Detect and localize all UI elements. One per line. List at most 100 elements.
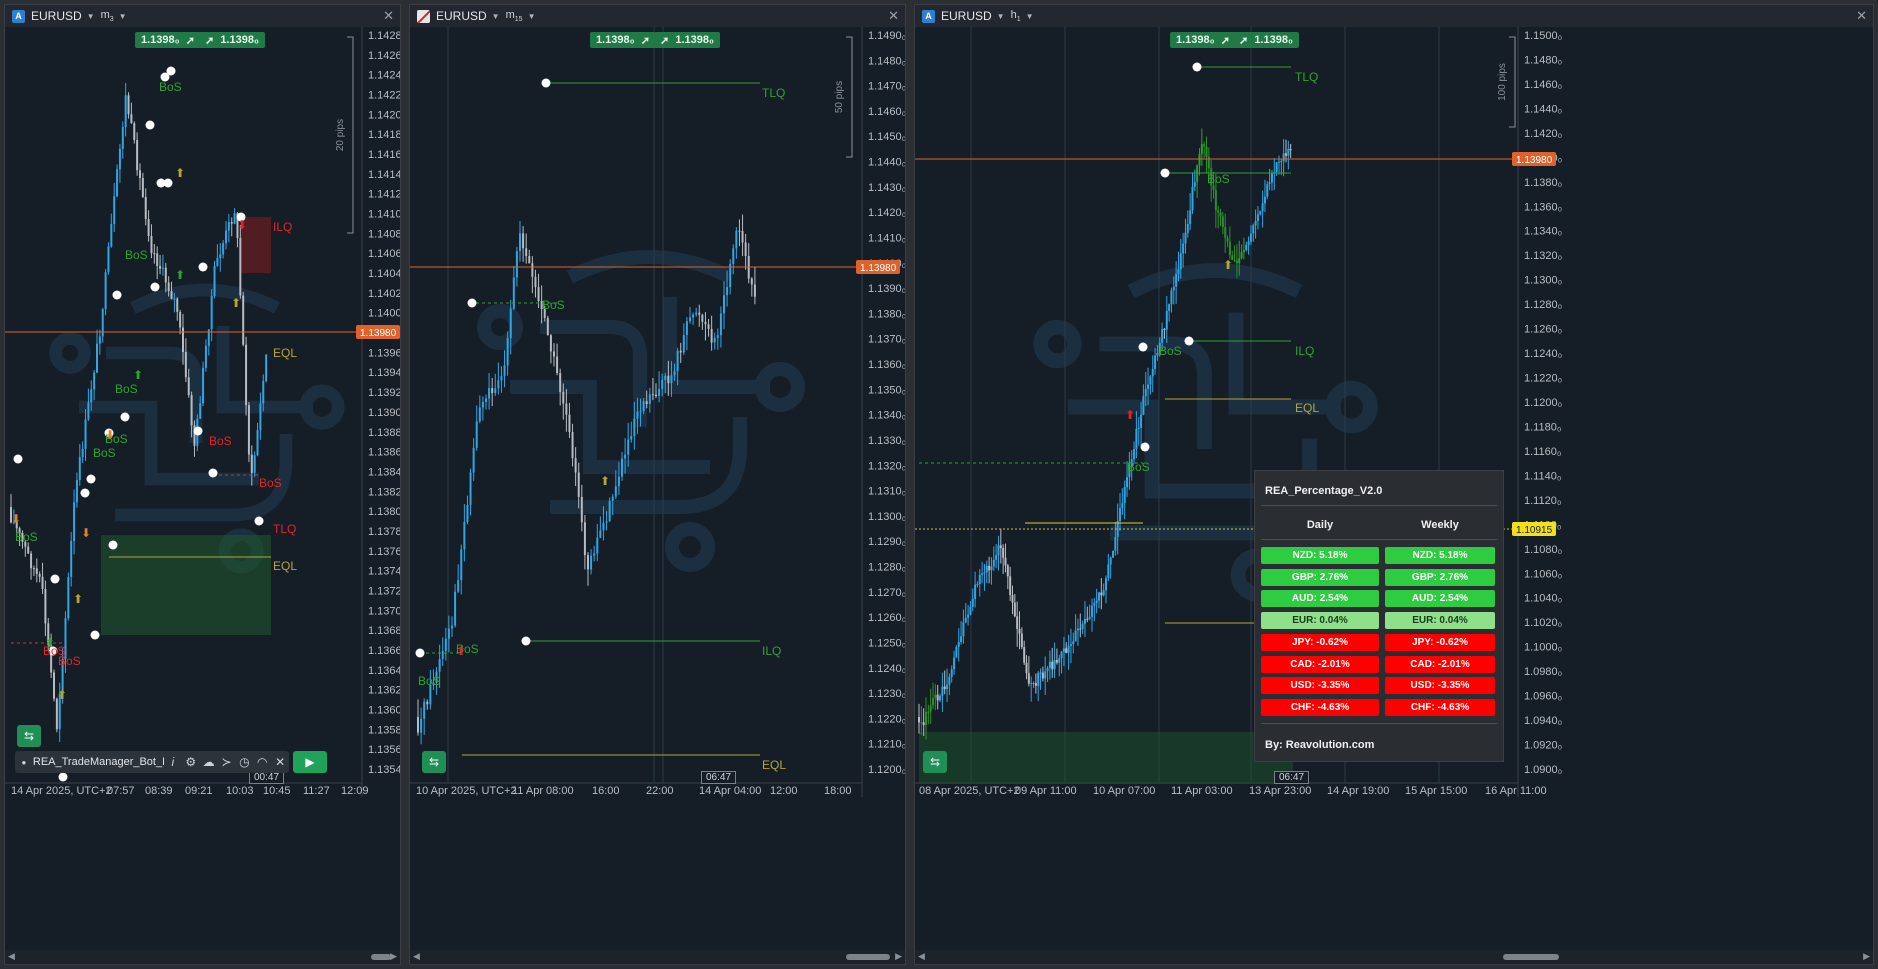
signal-arrow-icon: ⬆ <box>600 474 610 488</box>
candle <box>1184 232 1187 244</box>
candle <box>642 401 645 412</box>
chart-trading-button[interactable]: ⇆ <box>422 751 446 773</box>
bid-price-button[interactable]: 1.1398₀ ➚ <box>135 32 201 48</box>
candle <box>925 711 928 726</box>
candle <box>485 398 487 402</box>
close-icon[interactable]: ✕ <box>383 8 394 24</box>
gear-icon[interactable]: ⚙ <box>182 755 200 769</box>
chevron-down-icon[interactable]: ▼ <box>997 12 1005 21</box>
candle <box>153 253 156 255</box>
candle <box>245 344 248 406</box>
candle <box>1088 616 1091 619</box>
chevron-down-icon[interactable]: ▼ <box>1026 12 1034 21</box>
candle <box>1086 618 1089 620</box>
ask-price-button[interactable]: ➚ 1.1398₀ <box>654 32 720 48</box>
optimize-icon[interactable]: ◠ <box>253 755 271 769</box>
candle <box>1126 477 1129 488</box>
candle <box>420 718 423 733</box>
candle <box>1163 329 1166 331</box>
info-icon[interactable]: i <box>164 755 182 769</box>
candle <box>1205 146 1208 157</box>
bid-price-button[interactable]: 1.1398₀ ➚ <box>1170 32 1236 48</box>
horizontal-scrollbar[interactable]: ◀ ▶ <box>410 950 905 964</box>
y-axis-label: 1.1390₀ <box>368 407 401 419</box>
candle <box>976 584 979 586</box>
scroll-right-icon: ▶ <box>895 951 902 961</box>
candle <box>222 243 225 255</box>
candle <box>233 213 236 224</box>
swing-point <box>254 516 264 526</box>
close-icon[interactable]: ✕ <box>888 8 899 24</box>
y-axis-label: 1.1200₀ <box>868 764 906 776</box>
symbol-link-icon[interactable]: A <box>922 9 935 23</box>
candle <box>943 686 946 690</box>
price-chart[interactable]: 1.1428₀ 1.1426₀ 1.1424₀ 1.1422₀ 1.1420₀ 1.141… <box>5 27 401 952</box>
ask-price-button[interactable]: ➚ 1.1398₀ <box>199 32 265 48</box>
candle <box>230 222 233 224</box>
candle <box>753 284 756 297</box>
y-axis-label: 1.1440₀ <box>1524 103 1562 115</box>
chevron-down-icon[interactable]: ▼ <box>119 12 127 21</box>
candle <box>176 298 179 312</box>
backtest-icon[interactable]: ◷ <box>235 755 253 769</box>
swing-point <box>86 474 96 484</box>
currency-strength-weekly: JPY: -0.62% <box>1385 633 1495 651</box>
candle <box>417 717 419 733</box>
chevron-down-icon[interactable]: ▼ <box>528 12 536 21</box>
timeframe-selector[interactable]: m3 <box>101 9 114 23</box>
symbol-name[interactable]: EURUSD <box>31 9 82 23</box>
chart-trading-button[interactable]: ⇆ <box>17 725 41 747</box>
structure-label: TLQ <box>1295 70 1318 84</box>
cloud-icon[interactable]: ☁ <box>200 755 218 769</box>
bid-price-button[interactable]: 1.1398₀ ➚ <box>590 32 656 48</box>
start-bot-button[interactable]: ▶ <box>293 751 327 773</box>
ask-price-button[interactable]: ➚ 1.1398₀ <box>1233 32 1299 48</box>
chevron-down-icon[interactable]: ▼ <box>87 12 95 21</box>
chart-pane-2[interactable]: EURUSD ▼ m15 ▼ ✕ 1.1490₀ 1.1480₀ 1.1470₀ 1.… <box>409 4 906 965</box>
horizontal-scrollbar[interactable]: ◀ ▶ <box>915 950 1873 964</box>
candle <box>577 472 580 497</box>
remove-icon[interactable]: ✕ <box>271 755 289 769</box>
chart-trading-button[interactable]: ⇆ <box>923 751 947 773</box>
candle <box>1006 565 1009 577</box>
price-chart[interactable]: 1.1490₀ 1.1480₀ 1.1470₀ 1.1460₀ 1.1450₀ 1.144… <box>410 27 906 952</box>
candle <box>466 504 469 522</box>
candle <box>1268 182 1271 185</box>
x-axis-label: 13 Apr 23:00 <box>1249 785 1311 797</box>
candle <box>144 196 147 220</box>
candle <box>1224 227 1227 238</box>
candle <box>179 311 182 328</box>
candle <box>1135 428 1138 450</box>
symbol-name[interactable]: EURUSD <box>941 9 992 23</box>
y-axis-label: 1.1220₀ <box>868 713 906 725</box>
timeframe-selector[interactable]: m15 <box>506 9 523 23</box>
y-axis-label: 1.1380₀ <box>868 308 906 320</box>
candle <box>1147 384 1150 389</box>
candle <box>707 324 710 329</box>
chart-pane-1[interactable]: A EURUSD ▼ m3 ▼ ✕ 1.1428₀1.1426₀1.1424₀1… <box>4 4 401 965</box>
candle <box>481 401 484 408</box>
y-axis-label: 1.1340₀ <box>868 410 906 422</box>
candle <box>985 565 988 573</box>
swing-point <box>415 648 425 658</box>
symbol-name[interactable]: EURUSD <box>436 9 487 23</box>
terminal-icon[interactable]: ≻ <box>218 755 236 769</box>
close-icon[interactable]: ✕ <box>1856 8 1867 24</box>
y-axis-label: 1.1140₀ <box>1524 470 1561 482</box>
chevron-down-icon[interactable]: ▼ <box>492 12 500 21</box>
y-axis-label: 1.1392₀ <box>368 387 401 399</box>
horizontal-scrollbar[interactable]: ◀ ▶ <box>5 950 400 964</box>
symbol-link-icon[interactable]: A <box>12 9 25 23</box>
candle <box>457 580 460 592</box>
symbol-unlinked-icon[interactable] <box>417 9 430 23</box>
candle <box>1228 241 1231 256</box>
bot-control-bar[interactable]: ● REA_TradeManager_Bot_Lice... i ⚙ ☁ ≻ ◷… <box>15 751 289 773</box>
candle <box>735 230 738 249</box>
candle <box>494 388 497 394</box>
bot-name[interactable]: REA_TradeManager_Bot_Lice... <box>33 756 164 768</box>
swing-point <box>80 488 90 498</box>
y-axis-label: 1.1416₀ <box>368 149 401 161</box>
timeframe-selector[interactable]: h1 <box>1011 9 1021 23</box>
candle <box>139 170 141 179</box>
candle <box>955 646 958 658</box>
